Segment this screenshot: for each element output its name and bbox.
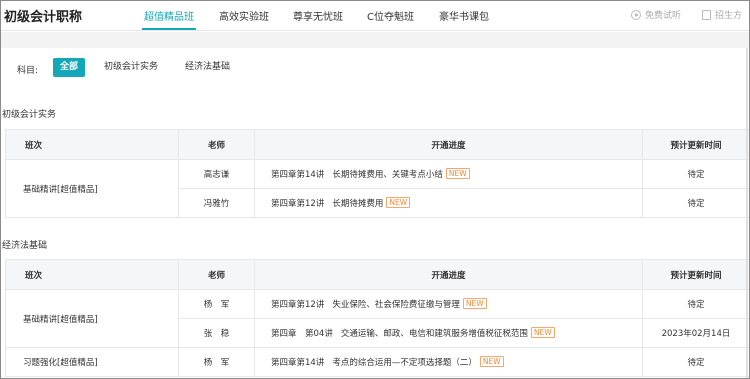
- class-cell[interactable]: 基础精讲[超值精品]: [5, 289, 179, 348]
- topic-text: 考点的综合运用—不定项选择题（二）: [332, 358, 477, 368]
- schedule-table-accounting: 班次 老师 开通进度 预计更新时间 基础精讲[超值精品] 高志谦 第四章第14讲…: [5, 129, 749, 218]
- subject-filter: 科目: 全部 初级会计实务 经济法基础: [6, 48, 746, 88]
- time-cell: 待定: [642, 159, 749, 189]
- topic-text: 交通运输、邮政、电信和建筑服务增值税征税范围: [340, 329, 528, 339]
- col-progress-header: 开通进度: [254, 129, 643, 160]
- section-title-law: 经济法基础: [2, 241, 48, 251]
- divider-strip: [1, 32, 749, 48]
- vertical-scrollbar[interactable]: [746, 48, 748, 378]
- new-badge: NEW: [462, 298, 487, 309]
- class-cell[interactable]: 习题强化[超值精品]: [5, 347, 179, 377]
- new-badge: NEW: [530, 327, 555, 338]
- col-time-header: 预计更新时间: [642, 259, 749, 290]
- top-nav: 初级会计职称 超值精品班 高效实验班 尊享无忧班 C位夺魁班 豪华书课包 免费试…: [1, 1, 749, 31]
- page-frame: 初级会计职称 超值精品班 高效实验班 尊享无忧班 C位夺魁班 豪华书课包 免费试…: [0, 0, 750, 379]
- table-row: 习题强化[超值精品] 杨 军 第四章第14讲 考点的综合运用—不定项选择题（二） N…: [5, 347, 749, 377]
- progress-cell[interactable]: 第四章 第04讲 交通运输、邮政、电信和建筑服务增值税征税范围 NEW: [254, 318, 643, 348]
- play-circle-icon: [631, 9, 641, 20]
- tab-gaoxiao[interactable]: 高效实验班: [219, 8, 269, 23]
- teacher-cell: 杨 军: [178, 347, 255, 377]
- table-header-row: 班次 老师 开通进度 预计更新时间: [5, 259, 749, 290]
- enroll-link[interactable]: 招生方: [702, 8, 742, 21]
- new-badge: NEW: [479, 356, 504, 367]
- table-header-row: 班次 老师 开通进度 预计更新时间: [5, 129, 749, 160]
- col-time-header: 预计更新时间: [642, 129, 749, 160]
- subject-label: 科目:: [17, 66, 39, 76]
- topic-text: 长期待摊费用、关键考点小结: [332, 170, 443, 180]
- teacher-cell: 高志谦: [178, 159, 255, 189]
- subject-accounting-button[interactable]: 初级会计实务: [104, 58, 158, 77]
- free-trial-label: 免费试听: [645, 11, 682, 21]
- chapter-text: 第四章第12讲: [271, 300, 325, 310]
- new-badge: NEW: [445, 168, 470, 179]
- chapter-text: 第四章第14讲: [271, 170, 325, 180]
- time-cell: 待定: [642, 289, 749, 319]
- chapter-text: 第四章第14讲: [271, 358, 325, 368]
- document-icon: [702, 9, 711, 20]
- time-cell: 待定: [642, 347, 749, 377]
- progress-cell[interactable]: 第四章第14讲 长期待摊费用、关键考点小结 NEW: [254, 159, 643, 189]
- chapter-text: 第四章 第04讲: [271, 329, 333, 339]
- tab-haohua[interactable]: 豪华书课包: [439, 8, 489, 23]
- section-title-accounting: 初级会计实务: [2, 110, 57, 120]
- table-row: 基础精讲[超值精品] 高志谦 第四章第14讲 长期待摊费用、关键考点小结 NEW 待…: [5, 159, 749, 218]
- time-cell: 2023年02月14日: [642, 318, 749, 348]
- brand-title: 初级会计职称: [4, 10, 83, 25]
- free-trial-link[interactable]: 免费试听: [631, 8, 681, 21]
- tab-zunxiang[interactable]: 尊享无忧班: [293, 8, 343, 23]
- col-teacher-header: 老师: [178, 129, 255, 160]
- topic-text: 失业保险、社会保险费征缴与管理: [332, 300, 460, 310]
- col-class-header: 班次: [5, 129, 179, 160]
- table-row: 基础精讲[超值精品] 杨 军 第四章第12讲 失业保险、社会保险费征缴与管理 NEW…: [5, 289, 749, 348]
- teacher-cell: 张 稳: [178, 318, 255, 348]
- schedule-table-law: 班次 老师 开通进度 预计更新时间 基础精讲[超值精品] 杨 军 第四章第12讲…: [5, 259, 749, 377]
- teacher-cell: 杨 军: [178, 289, 255, 319]
- enroll-label: 招生方: [715, 11, 743, 21]
- active-tab-underline: [142, 28, 196, 30]
- time-cell: 待定: [642, 188, 749, 218]
- chapter-text: 第四章第12讲: [271, 199, 325, 209]
- progress-cell[interactable]: 第四章第12讲 长期待摊费用 NEW: [254, 188, 643, 218]
- tab-cwei[interactable]: C位夺魁班: [367, 8, 414, 23]
- col-progress-header: 开通进度: [254, 259, 643, 290]
- subject-all-button[interactable]: 全部: [53, 58, 86, 77]
- class-cell[interactable]: 基础精讲[超值精品]: [5, 159, 179, 218]
- tab-chaozhi[interactable]: 超值精品班: [144, 8, 194, 23]
- subject-law-button[interactable]: 经济法基础: [185, 58, 230, 77]
- col-class-header: 班次: [5, 259, 179, 290]
- progress-cell[interactable]: 第四章第14讲 考点的综合运用—不定项选择题（二） NEW: [254, 347, 643, 377]
- topic-text: 长期待摊费用: [332, 199, 384, 209]
- col-teacher-header: 老师: [178, 259, 255, 290]
- teacher-cell: 冯雅竹: [178, 188, 255, 218]
- progress-cell[interactable]: 第四章第12讲 失业保险、社会保险费征缴与管理 NEW: [254, 289, 643, 319]
- new-badge: NEW: [386, 197, 411, 208]
